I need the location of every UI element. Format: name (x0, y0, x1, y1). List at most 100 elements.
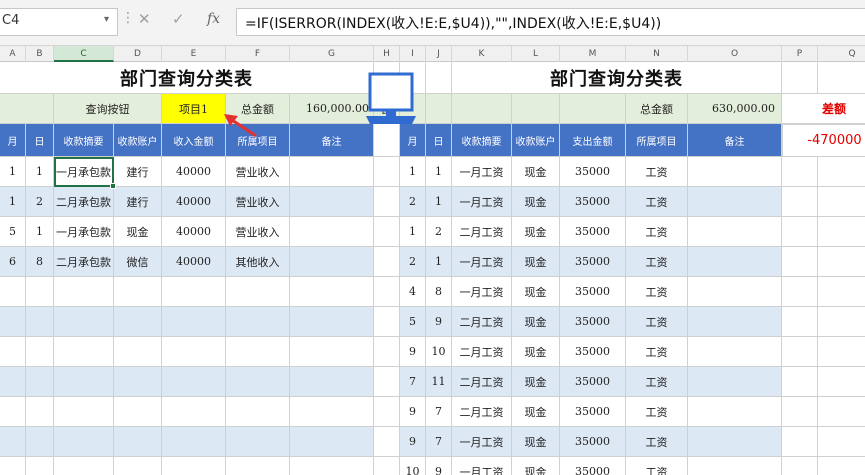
right-data-cell[interactable]: 9 (400, 427, 426, 457)
right-data-cell[interactable]: 35000 (560, 157, 626, 187)
left-data-cell[interactable] (114, 367, 162, 397)
right-data-cell[interactable]: 现金 (512, 187, 560, 217)
left-data-cell[interactable] (54, 397, 114, 427)
right-data-cell[interactable]: 9 (400, 337, 426, 367)
right-data-cell[interactable]: 35000 (560, 247, 626, 277)
right-data-cell[interactable] (688, 217, 782, 247)
left-data-cell[interactable] (54, 277, 114, 307)
right-data-cell[interactable]: 现金 (512, 157, 560, 187)
left-data-cell[interactable] (0, 337, 26, 367)
formula-input[interactable]: =IF(ISERROR(INDEX(收入!E:E,$U4)),"",INDEX(… (236, 8, 865, 36)
right-data-cell[interactable]: 一月工资 (452, 187, 512, 217)
right-data-cell[interactable]: 现金 (512, 397, 560, 427)
left-data-cell[interactable] (290, 277, 374, 307)
right-data-cell[interactable]: 二月工资 (452, 307, 512, 337)
right-data-cell[interactable]: 9 (426, 307, 452, 337)
right-data-cell[interactable]: 现金 (512, 367, 560, 397)
left-data-cell[interactable] (290, 457, 374, 475)
column-header-q[interactable]: Q (818, 46, 865, 62)
grid-cell[interactable] (374, 187, 400, 217)
right-data-cell[interactable]: 现金 (512, 307, 560, 337)
column-header-m[interactable]: M (560, 46, 626, 62)
right-data-cell[interactable]: 现金 (512, 457, 560, 475)
right-data-cell[interactable]: 二月工资 (452, 337, 512, 367)
return-button[interactable] (362, 72, 420, 133)
grid-cell[interactable] (818, 367, 865, 397)
column-header-k[interactable]: K (452, 46, 512, 62)
left-data-cell[interactable] (26, 457, 54, 475)
column-header-n[interactable]: N (626, 46, 688, 62)
right-data-cell[interactable]: 现金 (512, 277, 560, 307)
right-data-cell[interactable]: 工资 (626, 397, 688, 427)
right-data-cell[interactable]: 工资 (626, 457, 688, 475)
grid-cell[interactable] (374, 397, 400, 427)
left-data-cell[interactable]: 40000 (162, 187, 226, 217)
grid-cell[interactable] (818, 62, 865, 94)
right-header-cell[interactable]: 收款摘要 (452, 124, 512, 157)
left-data-cell[interactable] (290, 187, 374, 217)
left-title[interactable]: 部门查询分类表 (0, 62, 374, 94)
right-data-cell[interactable]: 工资 (626, 187, 688, 217)
left-data-cell[interactable] (26, 277, 54, 307)
right-data-cell[interactable]: 工资 (626, 217, 688, 247)
left-data-cell[interactable] (162, 397, 226, 427)
right-data-cell[interactable]: 2 (400, 187, 426, 217)
left-data-cell[interactable] (226, 427, 290, 457)
grid-cell[interactable] (818, 337, 865, 367)
column-header-p[interactable]: P (782, 46, 818, 62)
right-header-cell[interactable]: 备注 (688, 124, 782, 157)
grid-cell[interactable] (818, 187, 865, 217)
right-data-cell[interactable]: 一月工资 (452, 277, 512, 307)
left-data-cell[interactable] (162, 307, 226, 337)
column-header-f[interactable]: F (226, 46, 290, 62)
left-data-cell[interactable] (114, 337, 162, 367)
right-data-cell[interactable]: 35000 (560, 457, 626, 475)
left-data-cell[interactable] (114, 457, 162, 475)
left-data-cell[interactable]: 一月承包款 (54, 217, 114, 247)
grid-cell[interactable] (374, 217, 400, 247)
right-data-cell[interactable]: 工资 (626, 157, 688, 187)
right-data-cell[interactable]: 2 (426, 217, 452, 247)
column-header-d[interactable]: D (114, 46, 162, 62)
left-header-cell[interactable]: 收款摘要 (54, 124, 114, 157)
left-data-cell[interactable]: 现金 (114, 217, 162, 247)
right-data-cell[interactable]: 二月工资 (452, 367, 512, 397)
left-data-cell[interactable] (114, 397, 162, 427)
left-data-cell[interactable]: 40000 (162, 217, 226, 247)
left-data-cell[interactable]: 5 (0, 217, 26, 247)
left-data-cell[interactable] (226, 457, 290, 475)
right-data-cell[interactable]: 工资 (626, 427, 688, 457)
right-data-cell[interactable]: 现金 (512, 217, 560, 247)
grid-cell[interactable] (818, 427, 865, 457)
grid-cell[interactable] (374, 427, 400, 457)
right-data-cell[interactable]: 工资 (626, 247, 688, 277)
right-data-cell[interactable]: 1 (400, 217, 426, 247)
left-data-cell[interactable]: 6 (0, 247, 26, 277)
grid-cell[interactable] (818, 457, 865, 475)
right-data-cell[interactable]: 一月工资 (452, 247, 512, 277)
right-data-cell[interactable] (688, 157, 782, 187)
right-data-cell[interactable] (688, 277, 782, 307)
left-data-cell[interactable] (0, 457, 26, 475)
left-data-cell[interactable] (226, 367, 290, 397)
grid-cell[interactable] (818, 277, 865, 307)
right-data-cell[interactable]: 现金 (512, 427, 560, 457)
info-blank[interactable] (452, 94, 512, 124)
right-data-cell[interactable]: 35000 (560, 367, 626, 397)
left-data-cell[interactable] (290, 157, 374, 187)
left-data-cell[interactable] (54, 337, 114, 367)
right-data-cell[interactable]: 11 (426, 367, 452, 397)
right-data-cell[interactable] (688, 397, 782, 427)
right-data-cell[interactable]: 35000 (560, 397, 626, 427)
left-data-cell[interactable] (0, 307, 26, 337)
grid-cell[interactable] (818, 307, 865, 337)
column-header-h[interactable]: H (374, 46, 400, 62)
column-header-l[interactable]: L (512, 46, 560, 62)
grid-cell[interactable] (374, 247, 400, 277)
selected-cell-c4[interactable]: 一月承包款 (54, 157, 114, 187)
left-data-cell[interactable]: 营业收入 (226, 187, 290, 217)
right-data-cell[interactable]: 4 (400, 277, 426, 307)
right-title[interactable]: 部门查询分类表 (452, 62, 782, 94)
column-header-g[interactable]: G (290, 46, 374, 62)
right-data-cell[interactable] (688, 367, 782, 397)
